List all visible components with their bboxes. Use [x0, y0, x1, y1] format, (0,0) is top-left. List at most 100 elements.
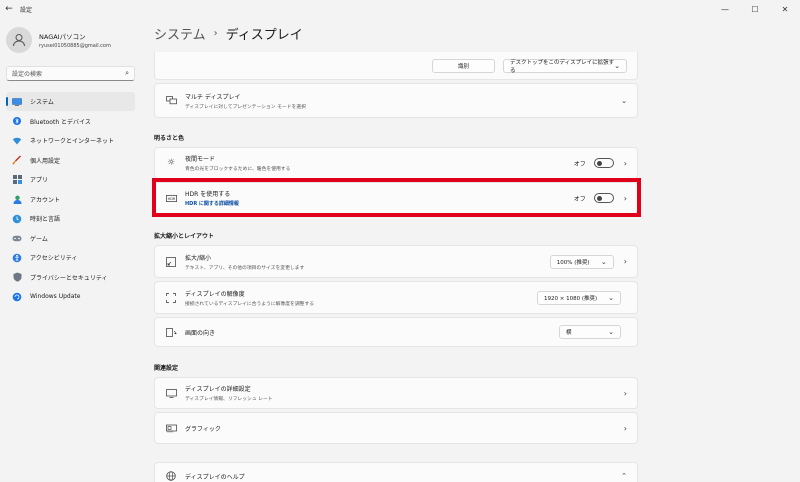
- section-title-scale-layout: 拡大縮小とレイアウト: [154, 233, 215, 240]
- advanced-display-title: ディスプレイの詳細設定: [185, 386, 251, 393]
- sidebar-item-label: アプリ: [30, 177, 49, 184]
- sidebar-item-label: 個人用設定: [30, 157, 61, 165]
- extend-display-dropdown[interactable]: デスクトップをこのディスプレイに拡張する ⌄: [503, 58, 627, 74]
- section-title-related: 関連設定: [154, 365, 179, 372]
- search-placeholder: 設定の検索: [12, 71, 43, 78]
- sun-icon: ☼: [166, 158, 176, 168]
- orientation-dropdown[interactable]: 横 ⌄: [559, 325, 621, 339]
- resolution-value: 1920 × 1080 (推奨): [544, 295, 598, 302]
- close-button[interactable]: ✕: [770, 0, 800, 18]
- minimize-button[interactable]: —: [710, 0, 740, 18]
- breadcrumb-parent[interactable]: システム: [154, 24, 206, 43]
- sidebar-item-time-language[interactable]: 時刻と言語: [6, 209, 135, 228]
- orientation-card[interactable]: 画面の向き 横 ⌄: [154, 317, 638, 347]
- chevron-up-icon: ⌃: [621, 472, 627, 480]
- orientation-icon: [165, 327, 177, 337]
- sidebar-item-label: システム: [30, 99, 54, 106]
- sidebar-item-label: Bluetooth とデバイス: [30, 118, 91, 126]
- breadcrumb-separator: ›: [213, 28, 218, 39]
- chevron-down-icon: ⌄: [621, 96, 627, 105]
- title-bar: ← 設定 — ☐ ✕: [0, 0, 800, 18]
- breadcrumb: システム › ディスプレイ: [154, 24, 303, 43]
- chevron-down-icon: ⌄: [608, 328, 614, 336]
- night-light-toggle[interactable]: [593, 158, 614, 168]
- graphics-card[interactable]: グラフィック ›: [154, 412, 638, 444]
- scale-subtitle: テキスト、アプリ、その他の項目のサイズを変更します: [185, 265, 305, 271]
- window-controls: — ☐ ✕: [710, 0, 800, 18]
- orientation-title: 画面の向き: [185, 329, 216, 337]
- search-icon: ⌕: [125, 69, 129, 77]
- sidebar-item-label: プライバシーとセキュリティ: [30, 274, 108, 282]
- sidebar-item-personalization[interactable]: 個人用設定: [6, 151, 135, 170]
- person-icon: [12, 194, 22, 204]
- minimize-icon: —: [721, 4, 729, 14]
- advanced-display-subtitle: ディスプレイ情報、リフレッシュ レート: [185, 397, 273, 402]
- globe-clock-icon: [12, 214, 22, 224]
- resolution-subtitle: 接続されているディスプレイに合うように解像度を調整する: [185, 301, 315, 307]
- night-light-card[interactable]: ☼ 夜間モード 青色の光をブロックするために、暖色を使用する オフ ›: [154, 147, 638, 179]
- update-icon: [12, 292, 22, 302]
- scale-card[interactable]: 拡大/縮小 テキスト、アプリ、その他の項目のサイズを変更します 100% (推奨…: [154, 245, 638, 278]
- display-help-card[interactable]: ディスプレイのヘルプ ⌃: [154, 462, 638, 482]
- chevron-right-icon: ›: [623, 158, 627, 168]
- multi-display-subtitle: ディスプレイに対してプレゼンテーション モードを選択: [185, 104, 306, 110]
- graphics-title: グラフィック: [185, 425, 221, 433]
- close-icon: ✕: [781, 4, 789, 14]
- sidebar-item-label: ゲーム: [30, 235, 48, 243]
- chevron-down-icon: ⌄: [600, 257, 607, 266]
- wifi-icon: [12, 136, 22, 146]
- sidebar-item-privacy-security[interactable]: プライバシーとセキュリティ: [6, 268, 135, 287]
- sidebar-item-system[interactable]: システム: [6, 92, 135, 111]
- back-arrow-icon: ←: [5, 4, 13, 14]
- advanced-display-card[interactable]: ディスプレイの詳細設定 ディスプレイ情報、リフレッシュ レート ›: [154, 377, 638, 409]
- profile-name: NAGAIパソコン: [39, 33, 86, 41]
- sidebar-item-label: ネットワークとインターネット: [30, 138, 115, 145]
- resolution-dropdown[interactable]: 1920 × 1080 (推奨) ⌄: [537, 290, 621, 305]
- person-icon: [13, 34, 25, 47]
- bluetooth-icon: [12, 116, 22, 126]
- resolution-title: ディスプレイの解像度: [185, 290, 245, 298]
- night-light-subtitle: 青色の光をブロックするために、暖色を使用する: [185, 167, 291, 172]
- maximize-icon: ☐: [751, 4, 759, 14]
- sidebar-nav: システム Bluetooth とデバイス ネットワークとインターネット 個人用設…: [6, 92, 135, 307]
- resolution-card[interactable]: ディスプレイの解像度 接続されているディスプレイに合うように解像度を調整する 1…: [154, 281, 638, 314]
- user-profile[interactable]: NAGAIパソコン ryusei01050885@gmail.com: [6, 27, 111, 53]
- night-light-state: オフ: [573, 160, 586, 168]
- page-title: ディスプレイ: [225, 28, 303, 43]
- identify-button[interactable]: 識別: [432, 58, 495, 73]
- sidebar-item-bluetooth[interactable]: Bluetooth とデバイス: [6, 112, 135, 131]
- scale-dropdown[interactable]: 100% (推奨) ⌄: [549, 254, 614, 269]
- window-title: 設定: [20, 6, 33, 14]
- graphics-card-icon: [165, 424, 177, 433]
- sidebar-item-network[interactable]: ネットワークとインターネット: [6, 131, 135, 150]
- identify-label: 識別: [457, 63, 469, 70]
- profile-email: ryusei01050885@gmail.com: [39, 43, 111, 49]
- sidebar-item-gaming[interactable]: ゲーム: [6, 229, 135, 248]
- highlight-box: [152, 178, 641, 217]
- chevron-down-icon: ⌄: [608, 293, 614, 302]
- search-input[interactable]: 設定の検索 ⌕: [6, 66, 135, 81]
- maximize-button[interactable]: ☐: [740, 0, 770, 18]
- shield-icon: [12, 272, 22, 282]
- chevron-right-icon: ›: [623, 423, 627, 433]
- sidebar-item-apps[interactable]: アプリ: [6, 170, 135, 189]
- scale-value: 100% (推奨): [556, 259, 590, 266]
- chevron-down-icon: ⌄: [614, 61, 620, 70]
- chevron-right-icon: ›: [623, 257, 627, 266]
- orientation-value: 横: [566, 330, 572, 336]
- display-help-title: ディスプレイのヘルプ: [185, 473, 245, 481]
- multi-display-icon: [165, 96, 177, 105]
- monitor-icon: [165, 388, 177, 398]
- sidebar-item-label: 時刻と言語: [30, 216, 61, 223]
- sidebar-item-accounts[interactable]: アカウント: [6, 190, 135, 209]
- monitor-icon: [12, 97, 22, 107]
- extend-display-value: デスクトップをこのディスプレイに拡張する: [510, 59, 615, 74]
- resolution-icon: [165, 292, 177, 303]
- multi-display-card[interactable]: マルチ ディスプレイ ディスプレイに対してプレゼンテーション モードを選択 ⌄: [154, 83, 638, 118]
- sidebar-item-accessibility[interactable]: アクセシビリティ: [6, 248, 135, 267]
- sidebar-item-label: アクセシビリティ: [30, 255, 78, 262]
- sidebar-item-windows-update[interactable]: Windows Update: [6, 287, 135, 306]
- gamepad-icon: [12, 233, 22, 243]
- back-button[interactable]: ←: [0, 0, 18, 18]
- scale-title: 拡大/縮小: [185, 254, 212, 262]
